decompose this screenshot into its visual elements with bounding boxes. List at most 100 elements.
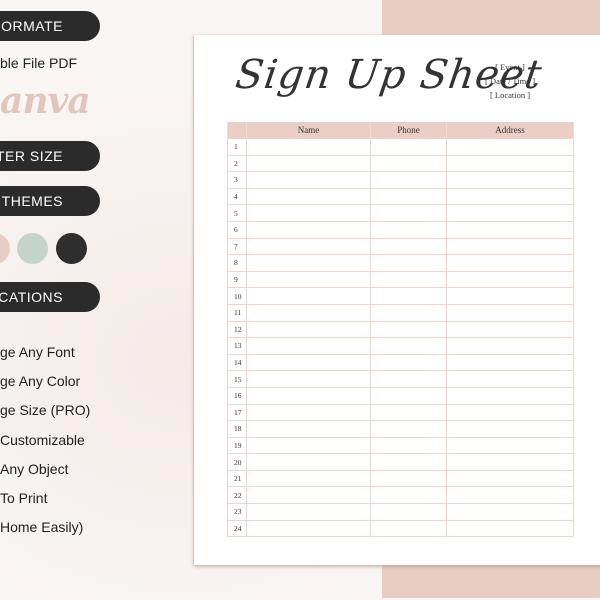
name-cell[interactable] (246, 353, 371, 372)
phone-cell[interactable] (370, 187, 447, 206)
phone-cell[interactable] (370, 154, 447, 173)
name-cell[interactable] (246, 204, 371, 222)
address-cell[interactable] (446, 320, 574, 339)
table-row: 21 (227, 469, 574, 488)
phone-cell[interactable] (370, 370, 447, 388)
row-number: 12 (227, 320, 247, 339)
phone-cell[interactable] (370, 254, 447, 272)
address-cell[interactable] (446, 436, 574, 455)
address-cell[interactable] (446, 303, 574, 322)
name-cell[interactable] (246, 138, 371, 156)
table-row: 23 (227, 503, 574, 521)
phone-cell[interactable] (370, 171, 447, 189)
row-number: 5 (227, 204, 247, 222)
name-cell[interactable] (246, 386, 371, 405)
table-row: 18 (227, 420, 574, 438)
name-cell[interactable] (246, 453, 371, 471)
table-row: 1 (227, 138, 574, 156)
name-cell[interactable] (246, 237, 371, 256)
name-cell[interactable] (246, 420, 371, 438)
table-row: 7 (227, 237, 574, 256)
phone-cell[interactable] (370, 486, 447, 505)
name-cell[interactable] (246, 303, 371, 322)
name-cell[interactable] (246, 486, 371, 505)
phone-cell[interactable] (370, 138, 447, 156)
table-row: 20 (227, 453, 574, 471)
address-cell[interactable] (446, 519, 574, 538)
phone-cell[interactable] (370, 453, 447, 471)
row-number: 7 (227, 237, 247, 256)
row-number: 24 (227, 519, 247, 538)
table-row: 22 (227, 486, 574, 505)
phone-cell[interactable] (370, 519, 447, 538)
address-cell[interactable] (446, 270, 574, 289)
table-row: 14 (227, 353, 574, 372)
address-cell[interactable] (446, 171, 574, 189)
phone-cell[interactable] (370, 270, 447, 289)
pill-label: ORMATE (1, 18, 63, 34)
date-time-placeholder: [ Date / Time ] (484, 76, 536, 86)
address-cell[interactable] (446, 370, 574, 388)
address-cell[interactable] (446, 154, 574, 173)
row-number: 15 (227, 370, 247, 388)
swatch-charcoal (56, 233, 87, 264)
name-cell[interactable] (246, 220, 371, 239)
name-cell[interactable] (246, 287, 371, 305)
phone-cell[interactable] (370, 303, 447, 322)
address-cell[interactable] (446, 353, 574, 372)
phone-cell[interactable] (370, 469, 447, 488)
name-cell[interactable] (246, 503, 371, 521)
phone-cell[interactable] (370, 503, 447, 521)
name-cell[interactable] (246, 370, 371, 388)
name-cell[interactable] (246, 519, 371, 538)
color-themes-pill: R THEMES (0, 186, 100, 216)
address-cell[interactable] (446, 503, 574, 521)
canva-logo: anva (0, 80, 91, 122)
address-cell[interactable] (446, 469, 574, 488)
address-cell[interactable] (446, 204, 574, 222)
phone-cell[interactable] (370, 337, 447, 355)
address-cell[interactable] (446, 138, 574, 156)
name-cell[interactable] (246, 337, 371, 355)
name-cell[interactable] (246, 254, 371, 272)
address-cell[interactable] (446, 486, 574, 505)
phone-cell[interactable] (370, 287, 447, 305)
phone-cell[interactable] (370, 386, 447, 405)
phone-cell[interactable] (370, 420, 447, 438)
name-cell[interactable] (246, 154, 371, 173)
sign-up-table: Name Phone Address 1 2 3 4 5 6 7 8 9 10 11 12 13 14 15… (227, 122, 574, 538)
event-placeholder: [ Event ] (495, 62, 525, 72)
phone-cell[interactable] (370, 320, 447, 339)
table-row: 2 (227, 154, 574, 173)
phone-cell[interactable] (370, 237, 447, 256)
address-cell[interactable] (446, 237, 574, 256)
name-cell[interactable] (246, 187, 371, 206)
row-number: 10 (227, 287, 247, 305)
row-number: 13 (227, 337, 247, 355)
feature-item: To Print (0, 490, 48, 506)
phone-cell[interactable] (370, 220, 447, 239)
phone-cell[interactable] (370, 403, 447, 422)
row-number: 8 (227, 254, 247, 272)
address-cell[interactable] (446, 420, 574, 438)
address-cell[interactable] (446, 187, 574, 206)
phone-cell[interactable] (370, 204, 447, 222)
name-cell[interactable] (246, 403, 371, 422)
name-cell[interactable] (246, 469, 371, 488)
file-type-text: ble File PDF (0, 55, 78, 71)
row-number: 9 (227, 270, 247, 289)
name-cell[interactable] (246, 270, 371, 289)
address-cell[interactable] (446, 337, 574, 355)
phone-cell[interactable] (370, 353, 447, 372)
address-cell[interactable] (446, 386, 574, 405)
address-cell[interactable] (446, 453, 574, 471)
name-cell[interactable] (246, 436, 371, 455)
name-cell[interactable] (246, 171, 371, 189)
name-cell[interactable] (246, 320, 371, 339)
address-cell[interactable] (446, 254, 574, 272)
phone-cell[interactable] (370, 436, 447, 455)
address-cell[interactable] (446, 287, 574, 305)
table-row: 10 (227, 287, 574, 305)
address-cell[interactable] (446, 403, 574, 422)
address-cell[interactable] (446, 220, 574, 239)
